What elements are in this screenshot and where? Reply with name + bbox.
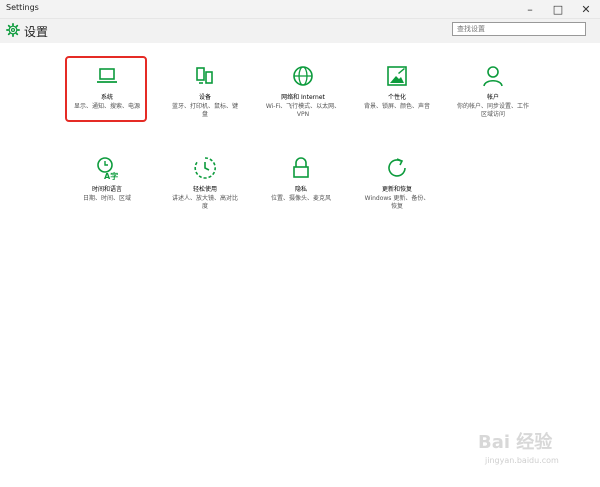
personalization-icon	[387, 66, 407, 86]
refresh-icon	[388, 158, 406, 177]
person-icon	[483, 66, 503, 87]
tile-name: 帐户	[486, 94, 499, 101]
tile-accounts[interactable]: 帐户 你的帐户、同步设置、工作区域访问	[448, 64, 538, 119]
lock-icon	[293, 157, 309, 178]
tile-name: 轻松使用	[192, 186, 217, 193]
tile-desc: 你的帐户、同步设置、工作区域访问	[456, 102, 529, 118]
title-bar: Settings – □ ✕	[0, 0, 600, 19]
tile-desc: 日期、时间、区域	[82, 194, 131, 202]
tile-name: 网络和 Internet	[281, 94, 325, 101]
tile-personalization[interactable]: 个性化 背景、锁屏、颜色、声音	[352, 64, 442, 111]
search-input[interactable]	[452, 22, 586, 36]
tile-desc: 讲述人、放大镜、高对比度	[172, 194, 239, 210]
tile-ease-of-access[interactable]: 轻松使用 讲述人、放大镜、高对比度	[160, 156, 250, 211]
watermark-logo: Bai 经验	[478, 432, 553, 453]
watermark-url: jingyan.baidu.com	[485, 456, 559, 465]
ease-of-access-icon	[194, 157, 216, 179]
tile-name: 更新和恢复	[381, 186, 412, 193]
tile-desc: 位置、摄像头、麦克风	[270, 194, 331, 202]
window-controls: – □ ✕	[516, 0, 600, 18]
tile-name: 个性化	[387, 94, 406, 101]
tile-desc: 背景、锁屏、颜色、声音	[363, 102, 430, 110]
svg-text:A字: A字	[104, 171, 118, 180]
minimize-button[interactable]: –	[516, 0, 544, 18]
tile-update-recovery[interactable]: 更新和恢复 Windows 更新、备份、恢复	[352, 156, 442, 211]
window-title: Settings	[6, 3, 39, 12]
tile-name: 隐私	[294, 186, 307, 193]
laptop-icon	[97, 68, 117, 83]
tile-desc: 蓝牙、打印机、鼠标、键盘	[172, 102, 239, 118]
page-title: 设置	[24, 25, 49, 39]
tile-name: 系统	[100, 94, 113, 101]
tile-name: 时间和语言	[91, 186, 122, 193]
tile-devices[interactable]: 设备 蓝牙、打印机、鼠标、键盘	[160, 64, 250, 119]
tile-desc: 显示、通知、搜索、电源	[73, 102, 140, 110]
gear-icon	[6, 23, 20, 37]
time-language-icon: A字	[97, 157, 118, 180]
devices-icon	[196, 67, 213, 84]
tile-privacy[interactable]: 隐私 位置、摄像头、麦克风	[256, 156, 346, 203]
tile-system[interactable]: 系统 显示、通知、搜索、电源	[62, 64, 152, 111]
tile-name: 设备	[198, 94, 211, 101]
maximize-button[interactable]: □	[544, 0, 572, 18]
tile-desc: Wi-Fi、飞行模式、以太网、VPN	[265, 102, 341, 118]
tile-desc: Windows 更新、备份、恢复	[364, 194, 430, 210]
globe-icon	[293, 66, 313, 86]
tile-time-language[interactable]: A字 时间和语言 日期、时间、区域	[62, 156, 152, 203]
tile-network[interactable]: 网络和 Internet Wi-Fi、飞行模式、以太网、VPN	[258, 64, 348, 119]
close-button[interactable]: ✕	[572, 0, 600, 18]
